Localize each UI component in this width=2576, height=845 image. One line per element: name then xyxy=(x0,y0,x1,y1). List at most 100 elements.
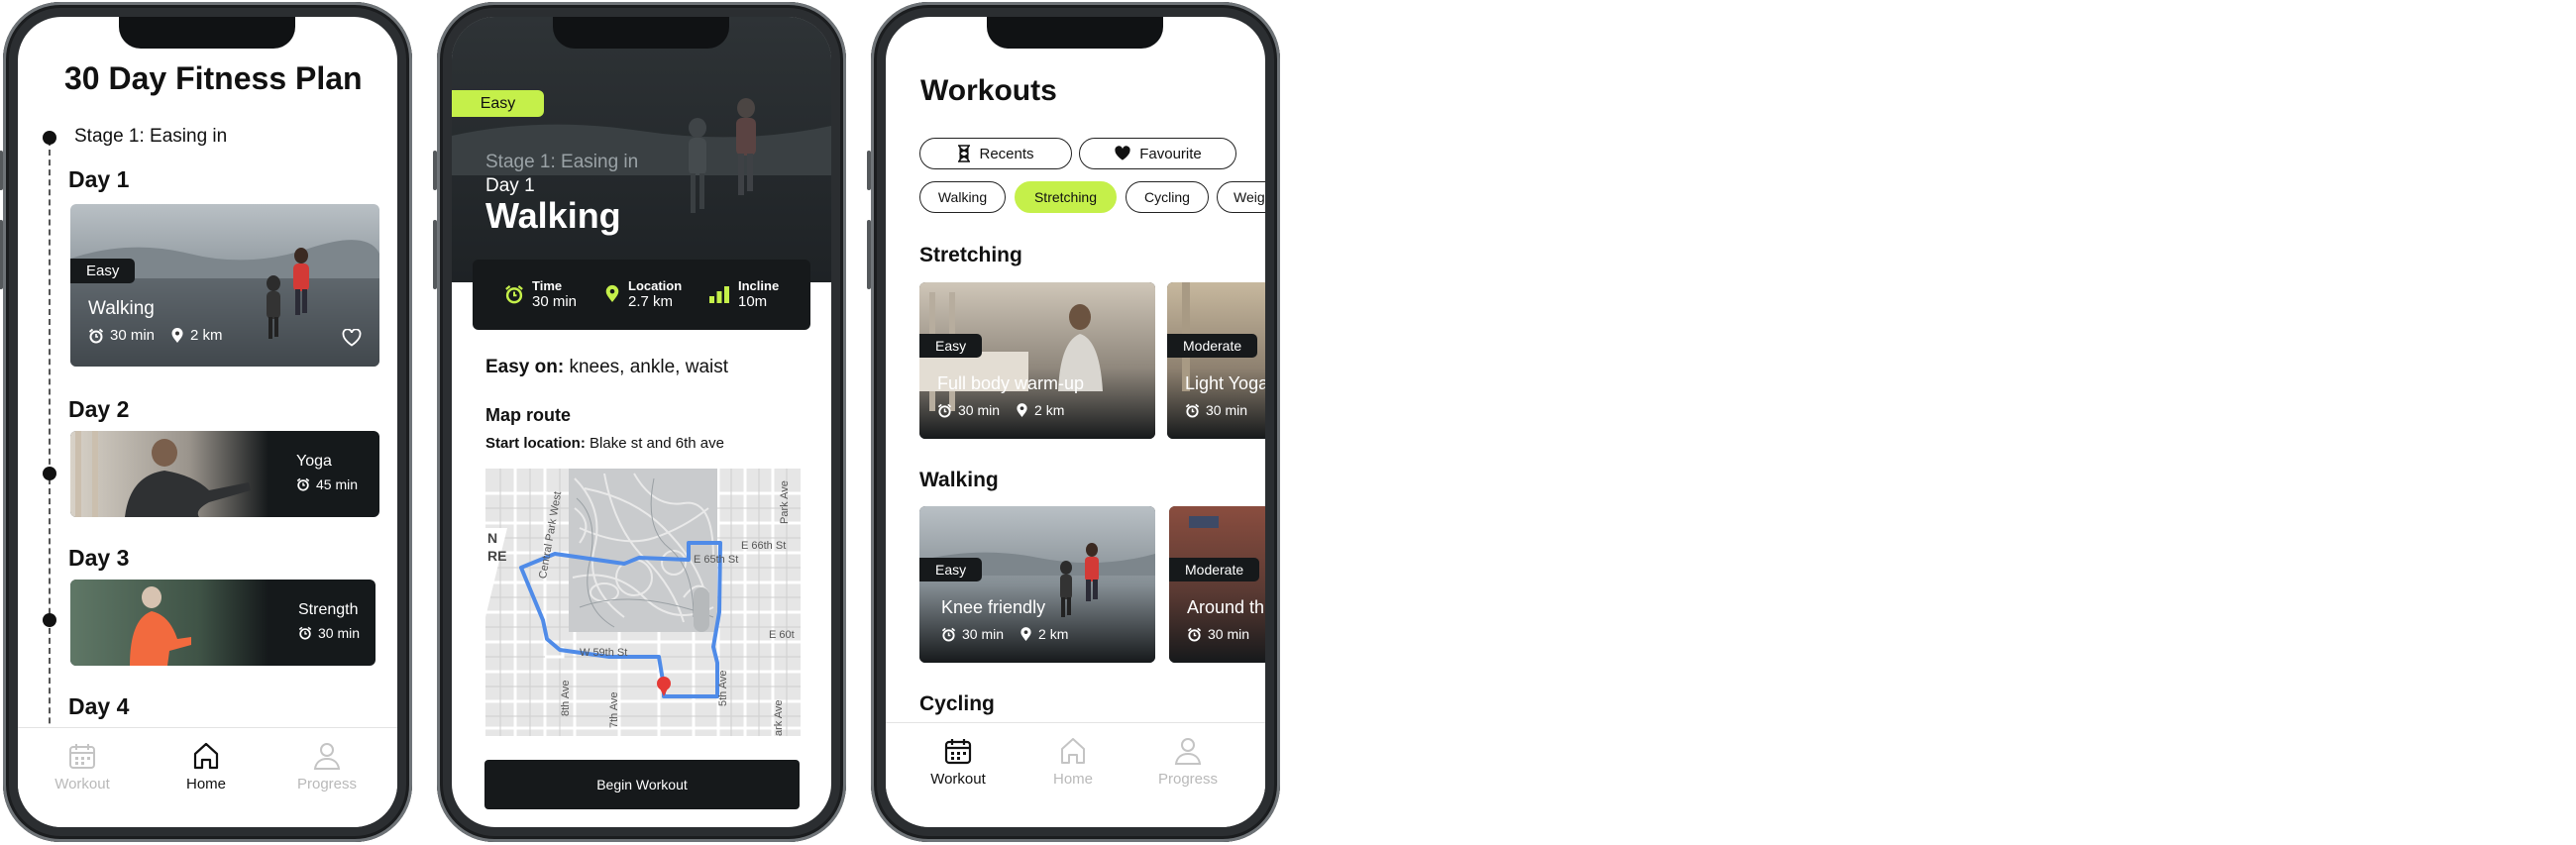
timeline-line xyxy=(49,140,51,827)
workout-meta: 30 min xyxy=(1185,402,1247,418)
street-label: E 60t xyxy=(769,629,795,641)
tab-workout[interactable]: Workout xyxy=(899,735,1018,788)
start-location-label: Start location: xyxy=(485,435,586,452)
workout-distance: 2 km xyxy=(190,327,223,344)
workout-meta: 30 min 2 km xyxy=(88,327,223,344)
timeline-dot xyxy=(43,467,56,480)
workout-card-strength[interactable]: Strength 30 min xyxy=(70,580,376,666)
chip-label: Stretching xyxy=(1033,189,1098,205)
difficulty-badge: Moderate xyxy=(1169,558,1260,581)
street-label: ark Ave xyxy=(773,699,785,737)
workout-time: 30 min xyxy=(318,625,361,641)
chip-label: Walking xyxy=(937,189,988,205)
difficulty-badge: Easy xyxy=(919,558,983,581)
route-map[interactable]: Central Park West E 66th St E 65th St E … xyxy=(485,469,801,736)
timeline-dot xyxy=(43,131,56,145)
workout-distance: 2 km xyxy=(1038,626,1069,642)
day-label: Day 1 xyxy=(68,166,130,192)
heart-icon xyxy=(1115,146,1130,160)
workout-title: Walking xyxy=(485,195,621,236)
easy-on-row: Easy on: knees, ankle, waist xyxy=(485,357,728,378)
calendar-icon xyxy=(944,739,972,765)
map-title: Map route xyxy=(485,405,572,425)
workout-time: 30 min xyxy=(1208,626,1250,642)
tab-label: Home xyxy=(1052,771,1093,788)
stat-value: 2.7 km xyxy=(628,293,674,310)
workout-time: 30 min xyxy=(962,626,1005,642)
workout-name: Full body warm-up xyxy=(937,373,1085,393)
begin-workout-button[interactable]: Begin Workout xyxy=(484,760,800,809)
stat-location: Location 2.7 km xyxy=(604,278,682,310)
workouts-screen: Workouts Recents Favourite Walking Stret… xyxy=(886,17,1265,827)
workout-card[interactable]: Moderate Light Yoga 30 min xyxy=(1167,282,1265,439)
workout-meta: 30 min 2 km xyxy=(941,626,1068,642)
workout-card[interactable]: Easy Knee friendly 30 min 2 km xyxy=(919,506,1155,663)
fitness-plan-screen: 30 Day Fitness Plan Stage 1: Easing in D… xyxy=(18,17,397,827)
workout-meta: 30 min xyxy=(1187,626,1249,642)
yoga-photo xyxy=(70,431,268,517)
tab-label: Progress xyxy=(1157,771,1219,788)
notch xyxy=(553,17,729,49)
start-location-value: Blake st and 6th ave xyxy=(585,435,724,452)
tab-progress[interactable]: Progress xyxy=(268,740,386,792)
tab-bar: Workout Home Progress xyxy=(886,722,1265,827)
tab-label: Progress xyxy=(296,776,358,792)
chip-recents[interactable]: Recents xyxy=(919,138,1072,169)
location-pin-icon xyxy=(605,284,619,302)
signal-bars-icon xyxy=(709,286,729,303)
person-icon xyxy=(1174,738,1202,765)
map-graphic xyxy=(485,469,801,736)
tab-home[interactable]: Home xyxy=(147,740,266,792)
workout-name: Light Yoga xyxy=(1185,373,1265,393)
street-label: 7th Ave xyxy=(608,691,620,729)
tab-bar: Workout Home Progress xyxy=(18,727,397,827)
day-label: Day 2 xyxy=(68,396,130,422)
location-pin-icon xyxy=(171,327,183,343)
alarm-icon xyxy=(1187,627,1202,642)
street-label: 5th Ave xyxy=(717,670,729,707)
workout-card[interactable]: Easy Full body warm-up 30 min 2 km xyxy=(919,282,1155,439)
home-icon xyxy=(193,742,219,770)
chip-walking[interactable]: Walking xyxy=(919,181,1006,213)
page-title: 30 Day Fitness Plan xyxy=(64,60,363,96)
workout-card-yoga[interactable]: Yoga 45 min xyxy=(70,431,379,517)
workout-time: 30 min xyxy=(1206,402,1248,418)
alarm-icon xyxy=(88,328,104,343)
chip-label: Favourite xyxy=(1139,145,1202,162)
workout-card[interactable]: Moderate Around th 30 min xyxy=(1169,506,1265,663)
chip-favourite[interactable]: Favourite xyxy=(1079,138,1236,169)
street-label: E 66th St xyxy=(741,540,787,552)
stat-label: Time xyxy=(532,278,563,293)
easy-on-label: Easy on: xyxy=(485,357,565,377)
alarm-icon xyxy=(505,285,523,304)
chip-label: Cycling xyxy=(1144,189,1190,205)
workout-time: 30 min xyxy=(958,402,1001,418)
walking-hero-photo xyxy=(452,17,831,282)
start-location-row: Start location: Blake st and 6th ave xyxy=(485,435,724,452)
stat-value: 10m xyxy=(738,293,768,310)
street-label: 8th Ave xyxy=(560,680,572,717)
tab-home[interactable]: Home xyxy=(1014,735,1132,788)
street-label: N xyxy=(487,530,498,546)
chip-stretching[interactable]: Stretching xyxy=(1015,181,1117,213)
phone-workouts: Workouts Recents Favourite Walking Stret… xyxy=(867,2,1280,842)
person-icon xyxy=(313,743,341,770)
tab-label: Workout xyxy=(930,771,986,788)
chip-weights[interactable]: Weig xyxy=(1217,181,1265,213)
day-label: Day 4 xyxy=(68,693,130,719)
tab-workout[interactable]: Workout xyxy=(23,740,142,792)
heart-icon[interactable] xyxy=(342,329,362,347)
workout-meta: 30 min 2 km xyxy=(937,402,1064,418)
alarm-icon xyxy=(941,627,956,642)
street-label: RE xyxy=(487,548,507,564)
calendar-icon xyxy=(69,744,95,769)
chip-cycling[interactable]: Cycling xyxy=(1126,181,1209,213)
page-title: Workouts xyxy=(920,74,1057,107)
phone-workout-detail: Easy Stage 1: Easing in Day 1 Walking Ti… xyxy=(433,2,846,842)
difficulty-badge: Moderate xyxy=(1167,334,1258,358)
street-label: W 59th St xyxy=(580,647,628,659)
stat-value: 30 min xyxy=(532,293,578,310)
workout-name: Around th xyxy=(1187,597,1265,617)
tab-progress[interactable]: Progress xyxy=(1128,735,1247,788)
workout-card-walking[interactable]: Easy Walking 30 min 2 km xyxy=(70,204,379,367)
